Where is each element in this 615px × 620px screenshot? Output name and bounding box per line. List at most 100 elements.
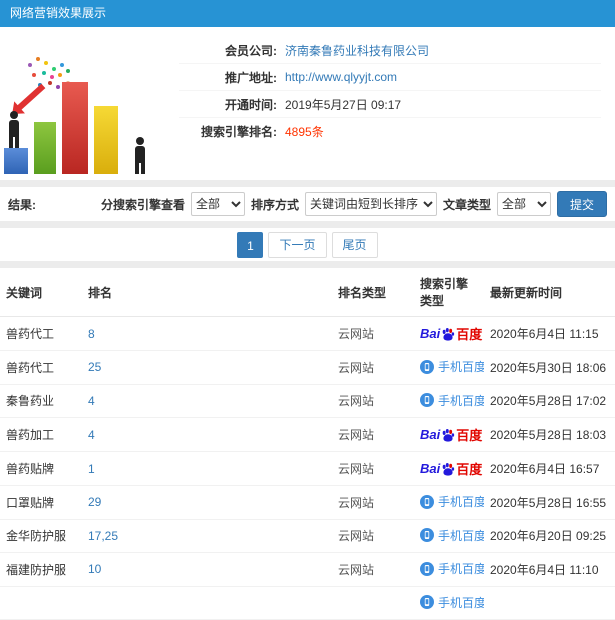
page-title: 网络营销效果展示 xyxy=(10,6,107,20)
phone-icon xyxy=(420,393,434,407)
promo-url-link[interactable]: http://www.qlyyjt.com xyxy=(285,70,397,84)
engine-cell: 手机百度 xyxy=(414,519,484,553)
rank-link[interactable]: 29 xyxy=(88,495,101,509)
table-row: 兽药贴牌 1 云网站 Bai 百度 2020年6月4日 16:57 xyxy=(0,451,615,486)
column-header-rank: 排名 xyxy=(82,268,332,317)
engine-cell: 手机百度 xyxy=(414,350,484,385)
rank-link[interactable]: 10 xyxy=(88,562,101,576)
mobile-baidu-badge: 手机百度 xyxy=(420,358,484,375)
results-table-panel: 关键词 排名 排名类型 搜索引擎类型 最新更新时间 兽药代工 8 云网站 Bai… xyxy=(0,268,615,620)
table-row: 手机百度 xyxy=(0,586,615,620)
businessman-figure xyxy=(8,111,20,148)
rank-cell: 10 xyxy=(82,552,332,587)
rank-type-cell: 云网站 xyxy=(332,384,414,418)
rank-count-value: 4895条 xyxy=(285,125,324,139)
rank-type-cell: 云网站 xyxy=(332,485,414,520)
rank-link[interactable]: 1 xyxy=(88,462,95,476)
keyword-cell: 兽药代工 xyxy=(0,350,82,385)
rank-link[interactable]: 25 xyxy=(88,360,101,374)
info-field-row: 推广地址: http://www.qlyyjt.com xyxy=(179,64,601,91)
rank-type-cell: 云网站 xyxy=(332,519,414,553)
engine-filter-select[interactable]: 全部 xyxy=(190,192,245,216)
rank-cell: 29 xyxy=(82,485,332,520)
engine-cell: 手机百度 xyxy=(414,384,484,418)
baidu-paw-icon xyxy=(442,327,455,341)
member-info-fields: 会员公司: 济南秦鲁药业科技有限公司 推广地址: http://www.qlyy… xyxy=(175,31,615,176)
column-header-updated: 最新更新时间 xyxy=(484,268,615,317)
updated-cell: 2020年5月28日 16:55 xyxy=(484,485,615,520)
chart-bar xyxy=(34,122,56,174)
rank-link[interactable]: 4 xyxy=(88,428,95,442)
businessman-figure xyxy=(134,137,146,174)
member-info-panel: 会员公司: 济南秦鲁药业科技有限公司 推广地址: http://www.qlyy… xyxy=(0,27,615,180)
rank-cell: 4 xyxy=(82,384,332,418)
column-header-rank-type: 排名类型 xyxy=(332,268,414,317)
baidu-logo: Bai 百度 xyxy=(420,461,483,477)
open-time-label: 开通时间: xyxy=(225,97,277,112)
phone-icon xyxy=(420,359,434,374)
rank-type-cell xyxy=(332,586,414,620)
engine-cell: Bai 百度 xyxy=(414,451,484,486)
updated-cell: 2020年6月20日 09:25 xyxy=(484,519,615,553)
engine-filter-label: 分搜索引擎查看 xyxy=(100,197,185,212)
engine-cell: 手机百度 xyxy=(414,552,484,587)
updated-cell: 2020年6月4日 11:10 xyxy=(484,552,615,587)
updated-cell: 2020年6月4日 11:15 xyxy=(484,316,615,351)
updated-cell: 2020年6月4日 16:57 xyxy=(484,451,615,486)
filter-bar: 结果: 分搜索引擎查看 全部 排序方式 关键词由短到长排序 文章类型 全部 提交 xyxy=(0,187,615,221)
rank-count-label: 搜索引擎排名: xyxy=(201,125,277,139)
results-table: 关键词 排名 排名类型 搜索引擎类型 最新更新时间 兽药代工 8 云网站 Bai… xyxy=(0,268,615,620)
growth-arrow-icon xyxy=(14,83,46,113)
engine-cell: 手机百度 xyxy=(414,485,484,520)
table-row: 秦鲁药业 4 云网站 手机百度 2020年5月28日 17:02 xyxy=(0,384,615,418)
table-header-row: 关键词 排名 排名类型 搜索引擎类型 最新更新时间 xyxy=(0,268,615,317)
mobile-baidu-badge: 手机百度 xyxy=(420,493,484,510)
baidu-paw-icon xyxy=(442,428,455,442)
last-page-button[interactable]: 尾页 xyxy=(331,231,378,258)
rank-cell: 1 xyxy=(82,451,332,486)
info-field-row: 会员公司: 济南秦鲁药业科技有限公司 xyxy=(179,37,601,64)
phone-icon xyxy=(420,528,434,542)
promo-url-label: 推广地址: xyxy=(225,70,277,85)
rank-link[interactable]: 8 xyxy=(88,327,95,341)
rank-cell: 25 xyxy=(82,350,332,385)
keyword-cell: 金华防护服 xyxy=(0,519,82,553)
updated-cell: 2020年5月28日 17:02 xyxy=(484,384,615,418)
rank-type-cell: 云网站 xyxy=(332,417,414,452)
phone-icon xyxy=(420,561,434,576)
rank-type-cell: 云网站 xyxy=(332,451,414,486)
rank-type-cell: 云网站 xyxy=(332,316,414,351)
info-field-row: 搜索引擎排名: 4895条 xyxy=(179,118,601,145)
rank-cell: 4 xyxy=(82,417,332,452)
article-type-select[interactable]: 全部 xyxy=(496,192,551,216)
rank-link[interactable]: 17,25 xyxy=(88,529,118,543)
baidu-logo: Bai 百度 xyxy=(420,326,483,342)
submit-button[interactable]: 提交 xyxy=(556,191,607,217)
column-header-engine-type: 搜索引擎类型 xyxy=(414,268,484,317)
table-row: 兽药加工 4 云网站 Bai 百度 2020年5月28日 18:03 xyxy=(0,417,615,452)
next-page-button[interactable]: 下一页 xyxy=(268,231,327,258)
member-company-label: 会员公司: xyxy=(225,43,277,58)
page-number-current[interactable]: 1 xyxy=(237,231,264,258)
bar-chart-illustration xyxy=(0,31,175,176)
info-field-row: 开通时间: 2019年5月27日 09:17 xyxy=(179,91,601,118)
updated-cell: 2020年5月28日 18:03 xyxy=(484,417,615,452)
engine-cell: 手机百度 xyxy=(414,586,484,620)
keyword-cell: 兽药贴牌 xyxy=(0,451,82,486)
table-row: 口罩贴牌 29 云网站 手机百度 2020年5月28日 16:55 xyxy=(0,485,615,520)
pagination: 1 下一页 尾页 xyxy=(0,228,615,261)
confetti-dots xyxy=(26,57,30,61)
member-company-link[interactable]: 济南秦鲁药业科技有限公司 xyxy=(285,42,429,59)
keyword-cell xyxy=(0,586,82,620)
sort-select[interactable]: 关键词由短到长排序 xyxy=(304,192,437,216)
phone-icon xyxy=(420,494,434,509)
open-time-value: 2019年5月27日 09:17 xyxy=(285,97,402,112)
chart-bar xyxy=(4,148,28,174)
engine-cell: Bai 百度 xyxy=(414,316,484,351)
rank-type-cell: 云网站 xyxy=(332,552,414,587)
table-row: 兽药代工 25 云网站 手机百度 2020年5月30日 18:06 xyxy=(0,350,615,385)
chart-bar xyxy=(62,82,88,174)
phone-icon xyxy=(420,595,434,609)
chart-bar xyxy=(94,106,118,174)
rank-link[interactable]: 4 xyxy=(88,394,95,408)
